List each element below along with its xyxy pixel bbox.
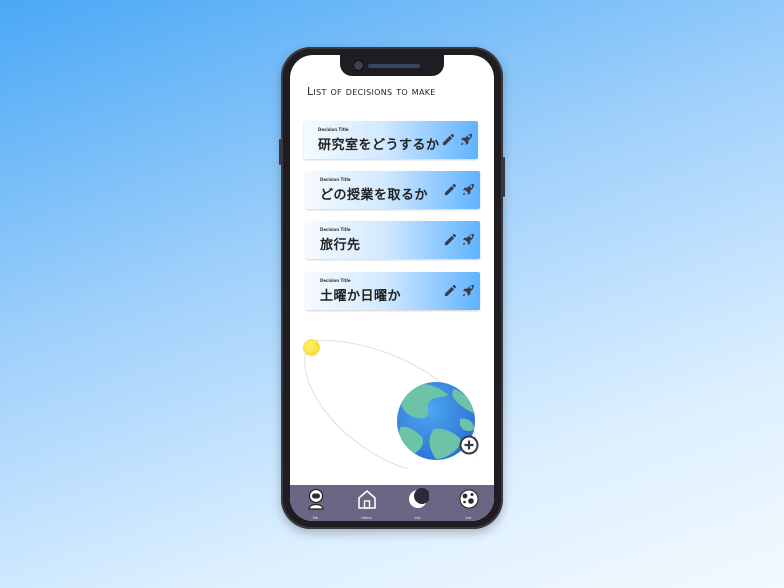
decision-title: 旅行先: [320, 238, 361, 253]
tab-me[interactable]: Me: [290, 485, 341, 521]
decision-caption: Decision Title: [320, 177, 351, 182]
rocket-icon[interactable]: [461, 283, 476, 298]
decision-caption: Decision Title: [320, 278, 351, 283]
decision-title: 土曜か日曜か: [320, 289, 402, 304]
page-title: List of decisions to make: [307, 85, 436, 98]
planet-icon: [459, 489, 478, 509]
earpiece-speaker: [368, 64, 420, 68]
decision-card[interactable]: Decision Title 研究室をどうするか: [304, 121, 478, 159]
moon-icon: [408, 488, 429, 508]
tab-label: List: [414, 516, 421, 520]
phone-frame: List of decisions to make Decision Title…: [279, 47, 505, 529]
sun-icon: [303, 339, 320, 356]
pencil-icon[interactable]: [443, 283, 458, 298]
front-camera-icon: [353, 60, 364, 71]
bottom-tab-bar: Me Home List List: [290, 485, 494, 521]
rocket-icon[interactable]: [459, 132, 474, 147]
decision-caption: Decision Title: [320, 227, 351, 232]
rocket-icon[interactable]: [461, 232, 476, 247]
volume-button: [279, 139, 281, 165]
astronaut-icon: [307, 488, 324, 510]
decision-caption: Decision Title: [318, 127, 349, 132]
tab-moon[interactable]: List: [392, 485, 443, 521]
tab-label: Me: [312, 516, 319, 520]
tab-planet[interactable]: List: [443, 485, 494, 521]
decision-card[interactable]: Decision Title 旅行先: [306, 221, 480, 259]
decision-card[interactable]: Decision Title どの授業を取るか: [306, 171, 480, 209]
pencil-icon[interactable]: [443, 232, 458, 247]
decision-card[interactable]: Decision Title 土曜か日曜か: [306, 272, 480, 310]
tab-home[interactable]: Home: [341, 485, 392, 521]
plus-circle-icon[interactable]: [459, 435, 479, 455]
phone-screen: List of decisions to make Decision Title…: [290, 55, 494, 521]
pencil-icon[interactable]: [443, 182, 458, 197]
tab-label: List: [465, 516, 472, 520]
tab-label: Home: [361, 516, 372, 520]
notch: [340, 55, 444, 76]
decision-title: 研究室をどうするか: [318, 138, 440, 153]
home-icon: [357, 490, 376, 509]
power-button: [503, 157, 505, 197]
rocket-icon[interactable]: [461, 182, 476, 197]
decision-title: どの授業を取るか: [320, 188, 429, 203]
pencil-icon[interactable]: [441, 132, 456, 147]
